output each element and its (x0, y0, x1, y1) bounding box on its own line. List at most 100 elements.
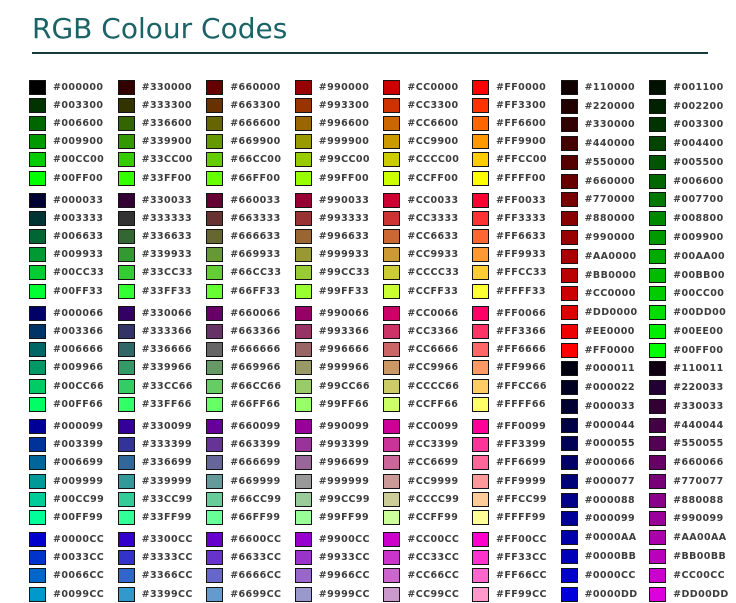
color-cell: #99FF33 (294, 282, 384, 300)
color-code-label: #110000 (584, 81, 635, 93)
color-cell: #000066 (560, 453, 650, 472)
color-cell: #333333 (117, 209, 207, 227)
color-swatch (294, 283, 312, 299)
color-cell: #CCFF33 (383, 282, 472, 300)
color-swatch (471, 79, 489, 95)
color-code-label: #FF66CC (495, 570, 547, 582)
color-cell: #9999CC (294, 585, 384, 603)
color-cell: #770000 (560, 191, 650, 210)
color-cell: #33CC99 (117, 490, 207, 508)
color-swatch (29, 342, 46, 358)
color-swatch (383, 210, 401, 226)
color-cell: #880000 (560, 209, 650, 228)
color-cell: #666666 (206, 341, 295, 359)
color-code-label: #33FF00 (141, 172, 192, 184)
color-swatch (206, 550, 224, 566)
color-code-label: #CC3366 (407, 326, 459, 338)
color-swatch (649, 98, 667, 114)
color-code-label: #0000DD (584, 588, 638, 600)
color-cell: #333366 (117, 322, 207, 340)
color-code-label: #FF9900 (495, 136, 547, 148)
color-cell: #FFCC00 (471, 151, 561, 169)
color-swatch (471, 568, 489, 584)
color-cell: #999966 (294, 359, 384, 377)
color-code-label: #FF9966 (495, 362, 547, 374)
color-swatch (117, 192, 135, 208)
color-swatch (117, 283, 135, 299)
color-swatch (294, 509, 312, 525)
color-swatch (294, 115, 312, 131)
color-swatch (29, 265, 46, 281)
color-code-label: #000055 (584, 438, 635, 450)
color-code-label: #CC9900 (407, 136, 459, 148)
color-cell: #CC3300 (383, 96, 472, 114)
color-code-label: #339933 (141, 249, 193, 261)
color-swatch (117, 210, 135, 226)
color-swatch (560, 154, 578, 170)
color-code-label: #BB0000 (584, 269, 637, 281)
color-code-label: #006600 (53, 117, 104, 129)
color-swatch (560, 173, 578, 189)
color-swatch (471, 192, 489, 208)
color-cell: #CC0000 (383, 78, 472, 96)
color-swatch (649, 492, 667, 508)
color-code-label: #66FF66 (230, 398, 281, 410)
color-cell: #993300 (294, 96, 384, 114)
color-code-label: #99FF33 (318, 285, 369, 297)
color-cell: #FF99CC (471, 585, 561, 603)
color-cell: #660000 (206, 78, 295, 96)
color-column-red-66: #660000 #663300 #666600 #669900 #66CC00 #66FF… (206, 78, 295, 603)
color-code-label: #993399 (318, 439, 370, 451)
color-cell: #CC00CC (383, 531, 472, 549)
color-swatch (117, 491, 135, 507)
color-swatch (560, 436, 578, 452)
color-swatch (560, 361, 578, 377)
color-cell: #6600CC (206, 531, 295, 549)
color-swatch (29, 550, 46, 566)
color-swatch (649, 586, 667, 602)
color-code-label: #AA0000 (584, 250, 637, 262)
color-code-label: #669966 (230, 362, 281, 374)
color-swatch (649, 398, 667, 414)
color-code-label: #33CC00 (141, 154, 193, 166)
color-code-label: #990066 (318, 307, 370, 319)
color-code-label: #DD00DD (673, 588, 729, 600)
color-code-label: #990099 (673, 513, 724, 525)
color-code-label: #666633 (230, 231, 281, 243)
color-code-label: #0000AA (584, 532, 637, 544)
color-cell: #006600 (29, 114, 118, 132)
color-cell: #990033 (294, 191, 384, 209)
color-cell: #336699 (117, 454, 207, 472)
color-swatch (383, 586, 401, 602)
color-cell: #990066 (294, 304, 384, 322)
color-swatch (206, 324, 224, 340)
color-code-label: #CC99CC (407, 588, 460, 600)
color-code-label: #FF0033 (495, 194, 547, 206)
color-cell: #333399 (117, 436, 207, 454)
color-cell: #663333 (206, 209, 295, 227)
color-code-label: #99FF99 (318, 511, 369, 523)
color-cell: #CCCC00 (383, 151, 472, 169)
color-cell: #009999 (29, 472, 118, 490)
color-swatch (383, 418, 401, 434)
color-cell: #330033 (117, 191, 207, 209)
color-code-label: #FFCC33 (495, 267, 547, 279)
color-swatch (206, 396, 224, 412)
color-cell: #99CC33 (294, 264, 384, 282)
color-swatch (471, 115, 489, 131)
color-code-label: #996699 (318, 457, 370, 469)
color-swatch (206, 568, 224, 584)
color-cell: #666699 (206, 454, 295, 472)
color-code-label: #CC3399 (407, 439, 459, 451)
color-cell: #339900 (117, 133, 207, 151)
color-swatch (294, 324, 312, 340)
color-code-label: #CCFF33 (407, 285, 459, 297)
color-swatch (206, 283, 224, 299)
color-code-label: #00BB00 (673, 269, 725, 281)
color-swatch (117, 152, 135, 168)
color-swatch (649, 248, 667, 264)
color-swatch (383, 324, 401, 340)
color-code-label: #66CC99 (230, 493, 282, 505)
color-code-label: #CC0000 (407, 81, 459, 93)
color-code-label: #330000 (141, 81, 193, 93)
